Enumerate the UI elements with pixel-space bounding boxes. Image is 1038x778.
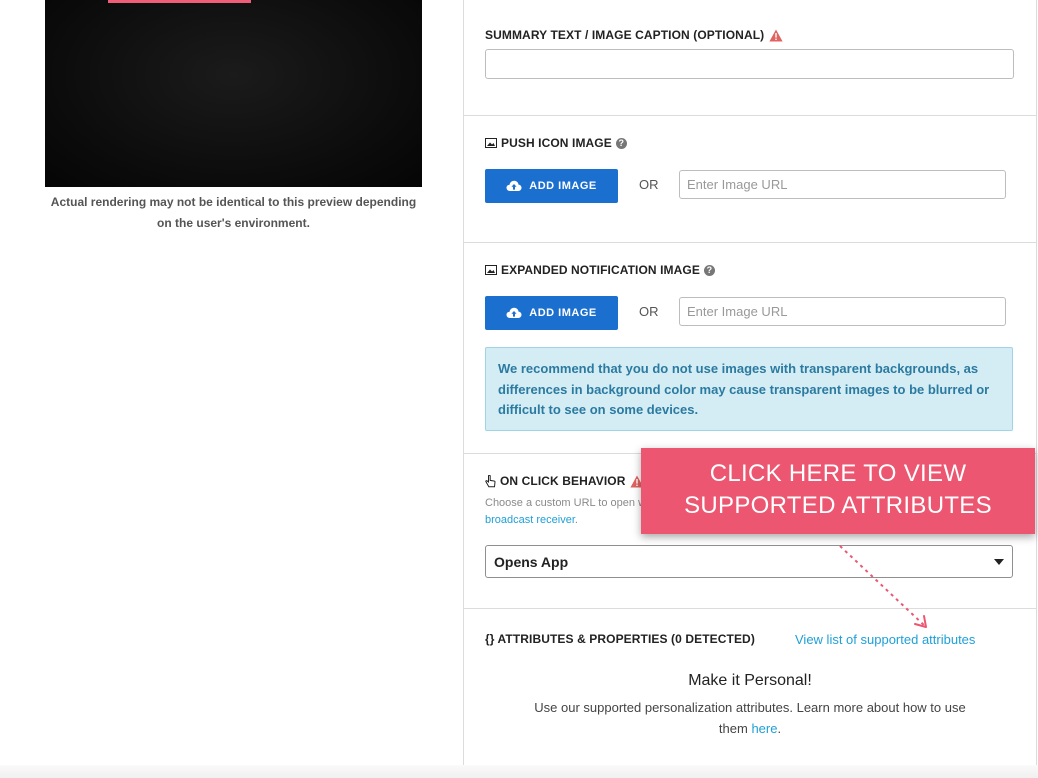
learn-more-here-link[interactable]: here: [751, 721, 777, 736]
help-icon[interactable]: ?: [703, 264, 715, 276]
callout-line-2: SUPPORTED ATTRIBUTES: [684, 492, 992, 519]
warning-icon: [769, 29, 783, 41]
expanded-add-image-button[interactable]: ADD IMAGE: [485, 296, 618, 330]
push-icon-url-input[interactable]: Enter Image URL: [679, 170, 1006, 199]
summary-heading: SUMMARY TEXT / IMAGE CAPTION (OPTIONAL): [485, 28, 783, 42]
cloud-upload-icon: [506, 180, 522, 191]
on-click-heading: ON CLICK BEHAVIOR: [485, 474, 645, 488]
expanded-image-heading: EXPANDED NOTIFICATION IMAGE ?: [485, 263, 715, 277]
attributes-label: {} ATTRIBUTES & PROPERTIES (0 DETECTED): [485, 632, 755, 646]
preview-tab-indicator: [108, 0, 251, 3]
on-click-label: ON CLICK BEHAVIOR: [500, 474, 626, 488]
personal-text: Use our supported personalization attrib…: [534, 700, 966, 736]
dropdown-caret-icon: [994, 558, 1004, 565]
cloud-upload-icon: [506, 307, 522, 318]
bottom-edge: [0, 765, 1038, 778]
on-click-selected: Opens App: [494, 553, 569, 570]
help-icon[interactable]: ?: [615, 137, 627, 149]
expanded-url-input[interactable]: Enter Image URL: [679, 297, 1006, 326]
summary-section: SUMMARY TEXT / IMAGE CAPTION (OPTIONAL): [464, 0, 1036, 116]
personal-title: Make it Personal!: [688, 672, 812, 689]
summary-input[interactable]: [485, 49, 1014, 79]
callout-line-1: CLICK HERE TO VIEW: [709, 460, 967, 487]
attributes-heading: {} ATTRIBUTES & PROPERTIES (0 DETECTED): [485, 632, 755, 646]
view-supported-attributes-link[interactable]: View list of supported attributes: [795, 632, 975, 647]
push-icon-label: PUSH ICON IMAGE: [501, 136, 612, 150]
preview-column: Actual rendering may not be identical to…: [0, 0, 463, 778]
image-icon: [485, 138, 497, 148]
notification-form-panel: SUMMARY TEXT / IMAGE CAPTION (OPTIONAL) …: [463, 0, 1037, 778]
preview-note: Actual rendering may not be identical to…: [50, 195, 417, 230]
annotation-callout: CLICK HERE TO VIEW SUPPORTED ATTRIBUTES: [641, 448, 1035, 534]
on-click-behavior-select[interactable]: Opens App: [485, 545, 1013, 578]
pointer-icon: [485, 474, 496, 487]
transparent-image-info: We recommend that you do not use images …: [485, 347, 1013, 431]
notification-preview: [45, 0, 422, 187]
push-icon-or: OR: [639, 177, 659, 192]
summary-label: SUMMARY TEXT / IMAGE CAPTION (OPTIONAL): [485, 28, 765, 42]
push-icon-section: PUSH ICON IMAGE ? ADD IMAGE OR Enter Ima…: [464, 115, 1036, 243]
push-icon-heading: PUSH ICON IMAGE ?: [485, 136, 627, 150]
expanded-or: OR: [639, 304, 659, 319]
expanded-image-label: EXPANDED NOTIFICATION IMAGE: [501, 263, 700, 277]
image-icon: [485, 265, 497, 275]
push-icon-add-image-button[interactable]: ADD IMAGE: [485, 169, 618, 203]
